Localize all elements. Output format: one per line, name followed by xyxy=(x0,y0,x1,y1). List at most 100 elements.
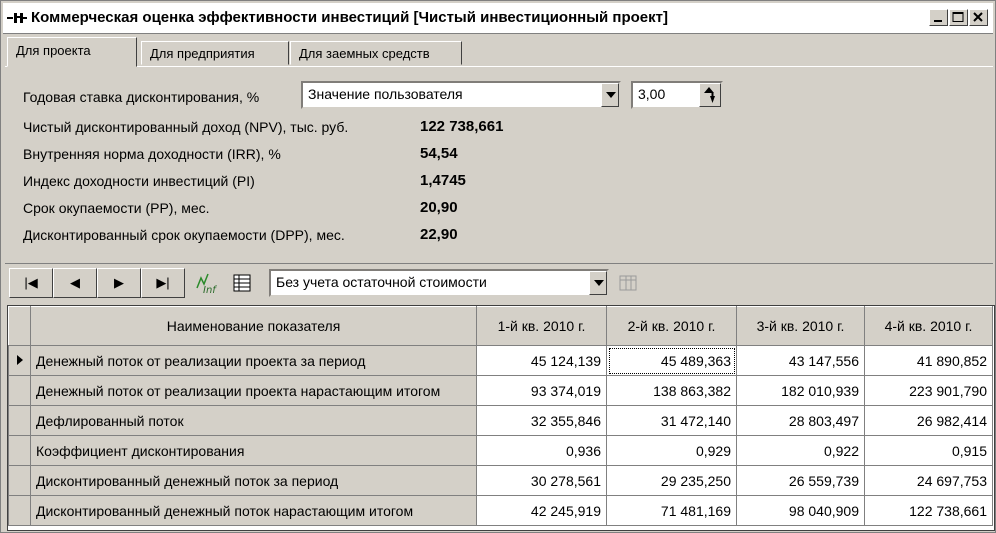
dpp-value: 22,90 xyxy=(420,226,458,243)
row-name[interactable]: Денежный поток от реализации проекта за … xyxy=(30,345,477,376)
up-down-arrows-icon xyxy=(704,87,715,103)
table-cell[interactable]: 43 147,556 xyxy=(736,345,865,376)
residual-mode-value: Без учета остаточной стоимости xyxy=(276,274,487,290)
next-record-button[interactable]: ▶ xyxy=(97,268,141,298)
pi-label: Индекс доходности инвестиций (PI) xyxy=(23,173,255,189)
row-indicator xyxy=(8,495,31,526)
first-icon: |◀ xyxy=(24,275,38,290)
svg-text:Inf: Inf xyxy=(203,285,217,294)
table-cell-focused[interactable]: 45 489,363 xyxy=(606,345,737,376)
table-cell[interactable]: 93 374,019 xyxy=(476,375,607,406)
tab-label: Для проекта xyxy=(16,43,91,58)
table-cell[interactable]: 182 010,939 xyxy=(736,375,865,406)
column-header[interactable]: 4-й кв. 2010 г. xyxy=(864,306,993,346)
row-indicator xyxy=(8,405,31,436)
next-icon: ▶ xyxy=(114,275,124,290)
table-cell[interactable]: 24 697,753 xyxy=(864,465,993,496)
rate-value: 3,00 xyxy=(638,86,666,102)
window: Коммерческая оценка эффективности инвест… xyxy=(0,0,996,533)
grid-disabled-icon xyxy=(619,275,637,291)
window-title: Коммерческая оценка эффективности инвест… xyxy=(31,9,668,26)
table-cell[interactable]: 71 481,169 xyxy=(606,495,737,526)
table-cell[interactable]: 138 863,382 xyxy=(606,375,737,406)
indicator-header xyxy=(8,306,31,346)
column-header[interactable]: Наименование показателя xyxy=(30,306,477,346)
table-row[interactable]: Денежный поток от реализации проекта нар… xyxy=(8,375,993,406)
first-record-button[interactable]: |◀ xyxy=(9,268,53,298)
row-indicator xyxy=(8,435,31,466)
table-cell[interactable]: 28 803,497 xyxy=(736,405,865,436)
column-header[interactable]: 1-й кв. 2010 г. xyxy=(476,306,607,346)
last-record-button[interactable]: ▶| xyxy=(141,268,185,298)
maximize-icon xyxy=(952,12,964,22)
title-bar[interactable]: Коммерческая оценка эффективности инвест… xyxy=(3,3,993,34)
spin-buttons[interactable] xyxy=(699,83,721,107)
row-indicator xyxy=(8,465,31,496)
close-button[interactable] xyxy=(969,9,988,26)
prev-record-button[interactable]: ◀ xyxy=(53,268,97,298)
irr-label: Внутренняя норма доходности (IRR), % xyxy=(23,146,281,162)
row-name[interactable]: Коэффициент дисконтирования xyxy=(30,435,477,466)
current-row-arrow-icon xyxy=(16,354,23,365)
tab-enterprise[interactable]: Для предприятия xyxy=(141,41,289,65)
table-cell[interactable]: 41 890,852 xyxy=(864,345,993,376)
chart-inf-icon[interactable]: Inf xyxy=(195,272,217,294)
pi-value: 1,4745 xyxy=(420,172,466,189)
tab-borrowed-funds[interactable]: Для заемных средств xyxy=(290,41,462,65)
table-cell[interactable]: 26 559,739 xyxy=(736,465,865,496)
chevron-down-icon[interactable] xyxy=(601,83,619,107)
row-indicator xyxy=(8,345,31,376)
close-icon xyxy=(973,12,983,22)
row-indicator xyxy=(8,375,31,406)
table-cell[interactable]: 31 472,140 xyxy=(606,405,737,436)
table-row[interactable]: Дисконтированный денежный поток нарастаю… xyxy=(8,495,993,526)
table-cell[interactable]: 30 278,561 xyxy=(476,465,607,496)
npv-value: 122 738,661 xyxy=(420,118,504,135)
tab-project[interactable]: Для проекта xyxy=(7,37,137,67)
table-cell[interactable]: 0,936 xyxy=(476,435,607,466)
table-cell[interactable]: 26 982,414 xyxy=(864,405,993,436)
table-row[interactable]: Денежный поток от реализации проекта за … xyxy=(8,345,993,376)
tab-label: Для заемных средств xyxy=(299,46,430,61)
last-icon: ▶| xyxy=(156,275,170,290)
pp-value: 20,90 xyxy=(420,199,458,216)
residual-mode-select[interactable]: Без учета остаточной стоимости xyxy=(269,269,609,297)
table-cell[interactable]: 0,929 xyxy=(606,435,737,466)
table-cell[interactable]: 0,915 xyxy=(864,435,993,466)
minimize-button[interactable] xyxy=(929,9,948,26)
table-icon[interactable] xyxy=(231,272,253,294)
rate-mode-value: Значение пользователя xyxy=(308,86,463,102)
app-icon[interactable] xyxy=(7,11,27,25)
row-name[interactable]: Дисконтированный денежный поток нарастаю… xyxy=(30,495,477,526)
table-cell[interactable]: 122 738,661 xyxy=(864,495,993,526)
tab-label: Для предприятия xyxy=(150,46,255,61)
row-name[interactable]: Денежный поток от реализации проекта нар… xyxy=(30,375,477,406)
column-header[interactable]: 3-й кв. 2010 г. xyxy=(736,306,865,346)
table-row[interactable]: Дефлированный поток 32 355,846 31 472,14… xyxy=(8,405,993,436)
rate-mode-select[interactable]: Значение пользователя xyxy=(301,81,621,109)
table-cell[interactable]: 98 040,909 xyxy=(736,495,865,526)
table-cell[interactable]: 45 124,139 xyxy=(476,345,607,376)
column-header[interactable]: 2-й кв. 2010 г. xyxy=(606,306,737,346)
chevron-down-icon[interactable] xyxy=(589,271,607,295)
table-cell[interactable]: 0,922 xyxy=(736,435,865,466)
row-name[interactable]: Дисконтированный денежный поток за перио… xyxy=(30,465,477,496)
rate-value-spinner[interactable]: 3,00 xyxy=(631,81,723,109)
row-name[interactable]: Дефлированный поток xyxy=(30,405,477,436)
navigation-toolbar: |◀ ◀ ▶ ▶| Inf Без учета остаточной стоим… xyxy=(5,263,993,302)
minimize-icon xyxy=(934,20,942,22)
rate-label: Годовая ставка дисконтирования, % xyxy=(23,89,260,105)
table-row[interactable]: Дисконтированный денежный поток за перио… xyxy=(8,465,993,496)
table-cell[interactable]: 29 235,250 xyxy=(606,465,737,496)
table-cell[interactable]: 32 355,846 xyxy=(476,405,607,436)
table-cell[interactable]: 223 901,790 xyxy=(864,375,993,406)
pp-label: Срок окупаемости (PP), мес. xyxy=(23,200,210,216)
data-grid[interactable]: Наименование показателя 1-й кв. 2010 г. … xyxy=(7,305,995,531)
maximize-button[interactable] xyxy=(949,9,968,26)
data-table: Наименование показателя 1-й кв. 2010 г. … xyxy=(8,306,993,526)
prev-icon: ◀ xyxy=(70,275,80,290)
table-row[interactable]: Коэффициент дисконтирования 0,936 0,929 … xyxy=(8,435,993,466)
table-cell[interactable]: 42 245,919 xyxy=(476,495,607,526)
npv-label: Чистый дисконтированный доход (NPV), тыс… xyxy=(23,119,349,135)
parameters-panel: Годовая ставка дисконтирования, % Значен… xyxy=(5,66,993,253)
